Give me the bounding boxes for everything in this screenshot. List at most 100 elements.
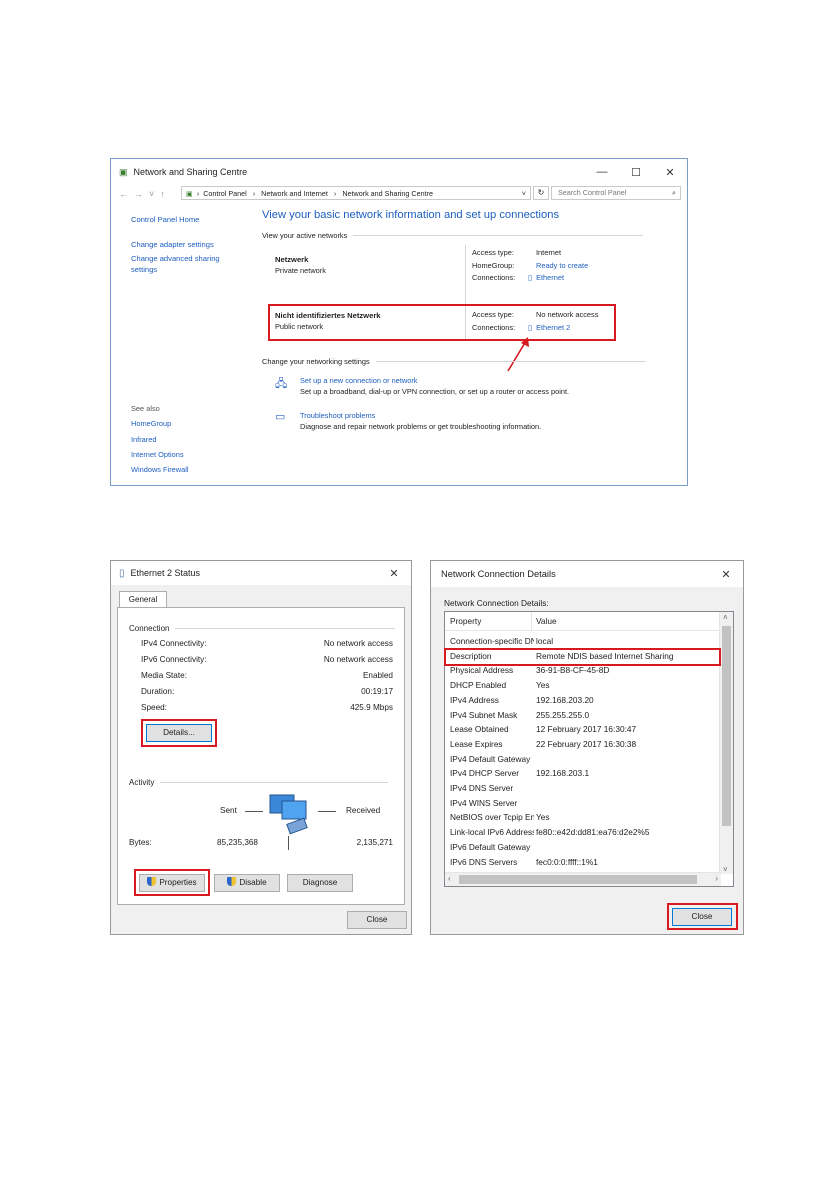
close-button[interactable]: ✕ bbox=[653, 166, 687, 179]
search-input[interactable]: Search Control Panel ⌕ bbox=[551, 186, 681, 200]
value-cell: 192.168.203.1 bbox=[536, 768, 590, 779]
value-cell: Yes bbox=[536, 812, 550, 823]
address-bar: ←→˅↑ ▣ › Control Panel › Network and Int… bbox=[111, 185, 687, 203]
refresh-icon[interactable]: ↻ bbox=[533, 186, 549, 200]
breadcrumb-item[interactable]: Control Panel bbox=[203, 189, 247, 198]
task-description: Diagnose and repair network problems or … bbox=[300, 422, 542, 431]
scroll-thumb[interactable] bbox=[459, 875, 697, 884]
task-troubleshoot: Troubleshoot problems Diagnose and repai… bbox=[300, 410, 541, 432]
change-adapter-settings-link[interactable]: Change adapter settings bbox=[131, 240, 231, 251]
network-connection-details-dialog: Network Connection Details ✕ Network Con… bbox=[430, 560, 744, 935]
column-property[interactable]: Property bbox=[450, 616, 481, 626]
ethernet-icon: ▯ bbox=[119, 567, 125, 579]
minimize-button[interactable]: — bbox=[585, 166, 619, 179]
list-header: Property Value bbox=[445, 612, 721, 631]
media-state-value: Enabled bbox=[362, 671, 393, 680]
close-icon[interactable]: ✕ bbox=[377, 567, 411, 580]
title-bar: Network Connection Details ✕ bbox=[431, 561, 743, 587]
property-cell: Lease Obtained bbox=[450, 724, 509, 735]
network-private-details: Access type: Internet HomeGroup: Ready to … bbox=[472, 247, 588, 285]
breadcrumb-item[interactable]: Network and Internet bbox=[261, 189, 328, 198]
property-cell: IPv4 Subnet Mask bbox=[450, 709, 518, 720]
breadcrumb-item[interactable]: Network and Sharing Centre bbox=[342, 189, 433, 198]
close-button[interactable]: Close bbox=[347, 911, 407, 929]
tab-general[interactable]: General bbox=[119, 591, 167, 608]
disable-button[interactable]: Disable bbox=[214, 874, 280, 892]
nav-arrows-icon[interactable]: ←→˅↑ bbox=[111, 189, 179, 199]
property-cell: DHCP Enabled bbox=[450, 680, 507, 691]
scroll-left-icon[interactable]: ‹ bbox=[448, 874, 451, 883]
homegroup-ready-link[interactable]: Ready to create bbox=[536, 261, 588, 270]
value-cell: local bbox=[536, 636, 554, 646]
change-settings-header: Change your networking settings bbox=[262, 357, 646, 366]
connections-label: Connections: bbox=[472, 273, 516, 282]
ethernet-status-dialog: ▯ Ethernet 2 Status ✕ General Connection… bbox=[110, 560, 412, 935]
homegroup-link[interactable]: HomeGroup bbox=[131, 416, 189, 431]
ethernet-link[interactable]: Ethernet bbox=[536, 273, 564, 282]
window-title: Network and Sharing Centre bbox=[133, 167, 248, 177]
value-cell: 22 February 2017 16:30:38 bbox=[536, 738, 637, 749]
breadcrumb-separator: › bbox=[252, 188, 256, 198]
internet-options-link[interactable]: Internet Options bbox=[131, 447, 189, 462]
breadcrumb: Control Panel › Network and Internet › N… bbox=[203, 189, 437, 198]
control-panel-home-link[interactable]: Control Panel Home bbox=[131, 215, 231, 226]
highlight-box bbox=[667, 903, 738, 930]
network-icon: ▣ bbox=[119, 166, 128, 177]
setup-connection-link[interactable]: Set up a new connection or network bbox=[300, 375, 569, 386]
property-cell: IPv6 DNS Servers bbox=[450, 856, 518, 867]
task-description: Set up a broadband, dial-up or VPN conne… bbox=[300, 387, 570, 396]
scroll-right-icon[interactable]: › bbox=[715, 874, 718, 883]
search-icon[interactable]: ⌕ bbox=[672, 187, 676, 199]
property-cell: Physical Address bbox=[450, 665, 514, 676]
property-cell: IPv4 WINS Server bbox=[450, 797, 518, 808]
vertical-scrollbar[interactable]: ˄ ˅ bbox=[719, 612, 733, 874]
ipv6-connectivity-value: No network access bbox=[323, 655, 393, 664]
network-name: Netzwerk bbox=[275, 255, 309, 264]
diagnose-button[interactable]: Diagnose bbox=[287, 874, 353, 892]
activity-label: Activity bbox=[129, 778, 155, 787]
property-cell: IPv4 DNS Server bbox=[450, 783, 514, 793]
network-sharing-centre-window: ▣ Network and Sharing Centre — ☐ ✕ ←→˅↑ … bbox=[110, 158, 688, 486]
received-label: Received bbox=[346, 806, 381, 815]
general-tab-panel: Connection IPv4 Connectivity: No network… bbox=[117, 607, 405, 905]
access-type-value: Internet bbox=[536, 248, 562, 257]
troubleshoot-link[interactable]: Troubleshoot problems bbox=[300, 410, 541, 421]
page-title: View your basic network information and … bbox=[262, 209, 560, 221]
sent-label: Sent bbox=[220, 806, 237, 815]
change-settings-label: Change your networking settings bbox=[262, 357, 370, 366]
property-cell: IPv6 Default Gateway bbox=[450, 841, 531, 852]
scroll-down-icon[interactable]: ˅ bbox=[723, 865, 728, 874]
title-bar: ▣ Network and Sharing Centre — ☐ ✕ bbox=[111, 159, 687, 185]
change-advanced-sharing-link[interactable]: Change advanced sharing settings bbox=[131, 254, 231, 275]
network-private: Netzwerk Private network bbox=[275, 255, 326, 275]
chevron-right-icon: › bbox=[196, 188, 200, 198]
duration-label: Duration: bbox=[141, 687, 175, 696]
close-icon[interactable]: ✕ bbox=[709, 568, 743, 581]
ipv4-connectivity-value: No network access bbox=[323, 639, 393, 648]
folder-icon: ▣ bbox=[186, 188, 193, 198]
highlight-box bbox=[141, 719, 217, 747]
media-state-label: Media State: bbox=[141, 671, 187, 680]
value-cell: fe80::e42d:dd81:ea76:d2e2%5 bbox=[536, 827, 650, 838]
property-cell: IPv4 Default Gateway bbox=[450, 753, 531, 764]
highlight-box bbox=[134, 869, 210, 896]
chevron-down-icon[interactable]: ˅ bbox=[522, 189, 526, 198]
scroll-thumb[interactable] bbox=[722, 626, 731, 826]
infrared-link[interactable]: Infrared bbox=[131, 432, 189, 447]
address-box[interactable]: ▣ › Control Panel › Network and Internet… bbox=[181, 186, 531, 200]
title-bar: ▯ Ethernet 2 Status ✕ bbox=[111, 561, 411, 585]
active-networks-label: View your active networks bbox=[262, 231, 348, 240]
column-value[interactable]: Value bbox=[536, 616, 557, 626]
disable-label: Disable bbox=[239, 878, 267, 887]
access-type-label: Access type: bbox=[472, 248, 514, 257]
ethernet-icon: ▯ bbox=[528, 273, 533, 282]
windows-firewall-link[interactable]: Windows Firewall bbox=[131, 462, 189, 477]
horizontal-scrollbar[interactable]: ‹ › bbox=[445, 872, 721, 886]
value-cell: 255.255.255.0 bbox=[536, 709, 590, 720]
value-cell: 12 February 2017 16:30:47 bbox=[536, 724, 637, 735]
ipv6-connectivity-label: IPv6 Connectivity: bbox=[141, 655, 207, 664]
task-setup-connection: Set up a new connection or network Set u… bbox=[300, 375, 569, 397]
scroll-up-icon[interactable]: ˄ bbox=[723, 613, 728, 622]
red-arrow-icon bbox=[507, 337, 529, 372]
maximize-button[interactable]: ☐ bbox=[619, 166, 653, 179]
